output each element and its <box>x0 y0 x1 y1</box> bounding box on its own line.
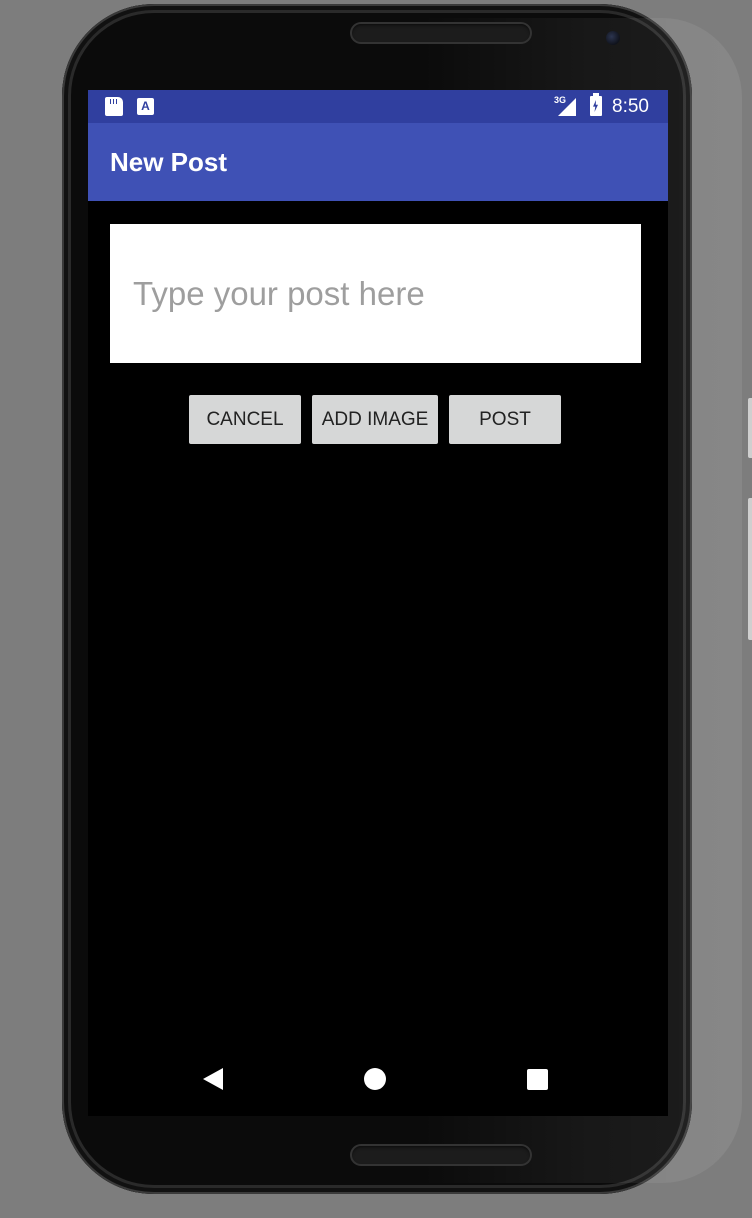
app-bar: New Post <box>88 123 668 201</box>
screen: A 3G 8:50 New Post CANCEL ADD IMAGE POST <box>88 90 668 1116</box>
bottom-speaker <box>350 1144 532 1166</box>
status-bar: A 3G 8:50 <box>88 90 668 123</box>
sd-card-icon <box>105 97 123 116</box>
recents-icon[interactable] <box>527 1069 548 1090</box>
back-icon[interactable] <box>203 1068 223 1090</box>
status-clock: 8:50 <box>612 96 649 117</box>
page-title: New Post <box>110 147 228 177</box>
power-button <box>748 498 752 640</box>
add-image-button[interactable]: ADD IMAGE <box>312 395 438 444</box>
post-text-input[interactable] <box>110 224 641 363</box>
battery-charging-icon <box>590 93 602 116</box>
cancel-button[interactable]: CANCEL <box>189 395 301 444</box>
top-speaker <box>350 22 532 44</box>
volume-button <box>748 398 752 458</box>
home-icon[interactable] <box>364 1068 386 1090</box>
a-notification-icon: A <box>137 98 154 115</box>
front-camera <box>606 31 620 45</box>
signal-icon <box>558 98 576 116</box>
post-button[interactable]: POST <box>449 395 561 444</box>
